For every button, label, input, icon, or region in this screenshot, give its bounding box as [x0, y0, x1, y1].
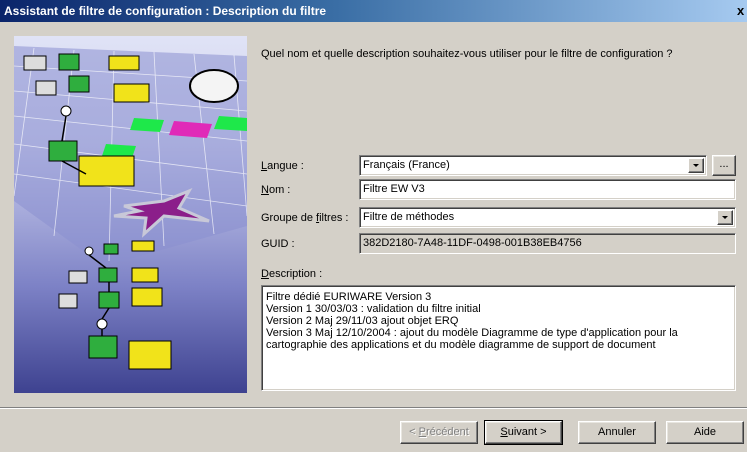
description-label: Description :: [261, 268, 323, 280]
nom-input[interactable]: Filtre EW V3: [359, 179, 736, 200]
langue-value: Français (France): [363, 159, 450, 171]
description-textarea[interactable]: Filtre dédié EURIWARE Version 3 Version …: [261, 285, 736, 391]
nom-label: Nom :: [261, 184, 291, 196]
footer-separator: [0, 407, 747, 409]
description-line: Version 2 Maj 29/11/03 ajout objet ERQ: [266, 315, 459, 327]
langue-browse-button[interactable]: ...: [712, 155, 736, 176]
aide-button[interactable]: Aide: [666, 421, 744, 444]
wizard-illustration: [14, 36, 247, 393]
title-bar: Assistant de filtre de configuration : D…: [0, 0, 747, 22]
description-line: cartographie des applications et du modè…: [266, 339, 656, 351]
guid-label: GUID :: [261, 238, 295, 250]
close-icon[interactable]: x: [737, 3, 747, 19]
suivant-button[interactable]: Suivant >: [484, 420, 563, 445]
description-line: Version 1 30/03/03 : validation du filtr…: [266, 303, 481, 315]
guid-field: 382D2180-7A48-11DF-0498-001B38EB4756: [359, 233, 736, 254]
annuler-button[interactable]: Annuler: [578, 421, 656, 444]
description-line: Filtre dédié EURIWARE Version 3: [266, 291, 432, 303]
precedent-button[interactable]: < Précédent: [400, 421, 478, 444]
chevron-down-icon[interactable]: [717, 210, 733, 225]
groupe-label: Groupe de filtres :: [261, 212, 349, 224]
description-line: Version 3 Maj 12/10/2004 : ajout du modè…: [266, 327, 678, 339]
groupe-value: Filtre de méthodes: [363, 211, 455, 223]
window-title: Assistant de filtre de configuration : D…: [4, 4, 327, 18]
network-graphic: [14, 46, 247, 370]
page-prompt: Quel nom et quelle description souhaitez…: [261, 48, 673, 60]
groupe-select[interactable]: Filtre de méthodes: [359, 207, 736, 228]
langue-label: Langue :: [261, 160, 304, 172]
chevron-down-icon[interactable]: [688, 158, 704, 173]
langue-select[interactable]: Français (France): [359, 155, 707, 176]
